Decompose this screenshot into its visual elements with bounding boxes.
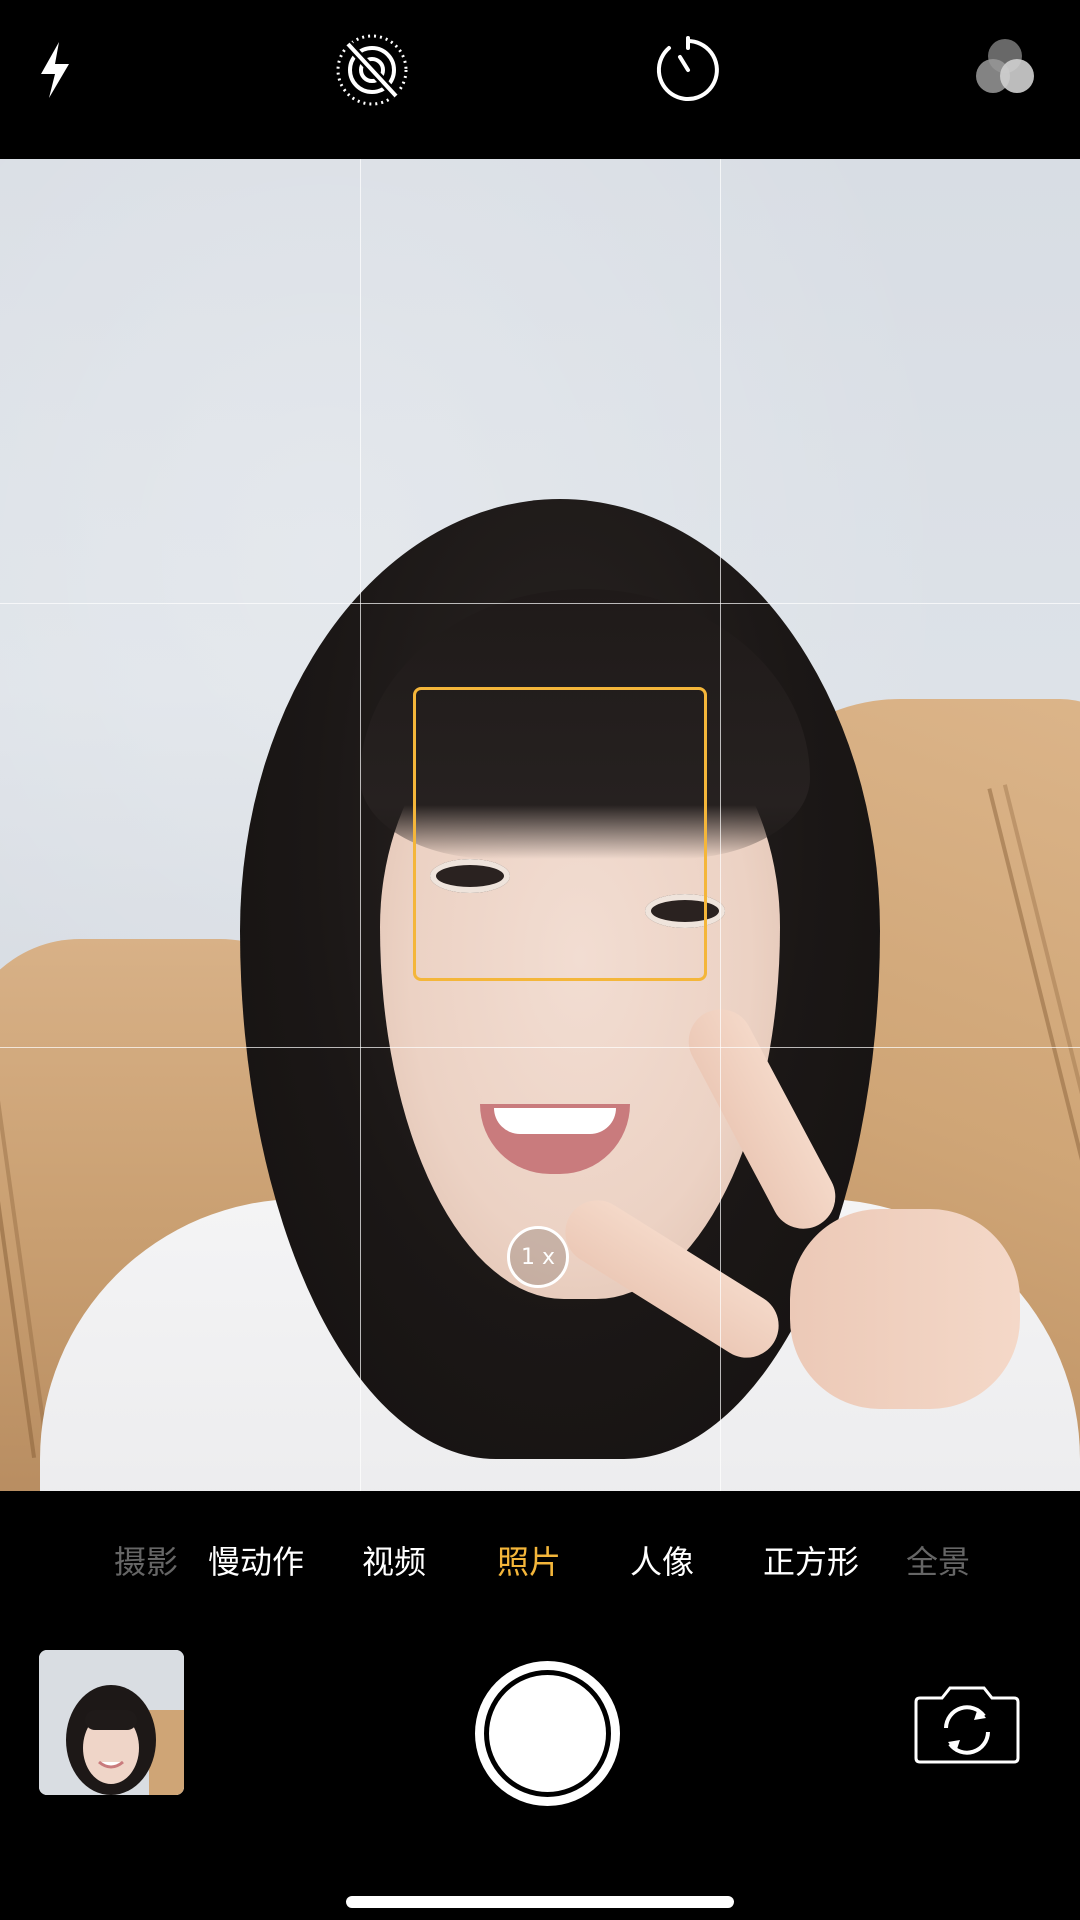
filters-icon[interactable] <box>965 30 1045 110</box>
top-toolbar <box>0 0 1080 159</box>
last-photo-thumbnail[interactable] <box>39 1650 184 1795</box>
grid-line-vertical-1 <box>360 159 361 1491</box>
mode-slo-mo[interactable]: 慢动作 <box>208 1540 304 1584</box>
camera-viewfinder[interactable] <box>0 159 1080 1491</box>
mode-portrait[interactable]: 人像 <box>630 1540 694 1584</box>
face-focus-box <box>413 687 707 981</box>
shutter-button[interactable] <box>475 1661 620 1806</box>
mode-pano[interactable]: 全景 <box>906 1540 970 1584</box>
camera-flip-icon[interactable] <box>912 1680 1022 1765</box>
mode-time-lapse[interactable]: 摄影 <box>114 1540 178 1584</box>
mode-selector[interactable]: 摄影 慢动作 视频 照片 人像 正方形 全景 <box>0 1540 1080 1584</box>
grid-line-horizontal-2 <box>0 1047 1080 1048</box>
peace-sign-hand <box>553 979 1040 1409</box>
mode-video[interactable]: 视频 <box>362 1540 426 1584</box>
live-photo-off-icon[interactable] <box>332 30 412 110</box>
timer-icon[interactable] <box>648 30 728 110</box>
grid-line-horizontal-1 <box>0 603 1080 604</box>
mode-photo[interactable]: 照片 <box>497 1540 561 1584</box>
grid-line-vertical-2 <box>720 159 721 1491</box>
mode-square[interactable]: 正方形 <box>763 1540 859 1584</box>
zoom-button[interactable]: 1 x <box>507 1226 569 1288</box>
home-indicator[interactable] <box>346 1896 734 1908</box>
flash-icon[interactable] <box>15 30 95 110</box>
